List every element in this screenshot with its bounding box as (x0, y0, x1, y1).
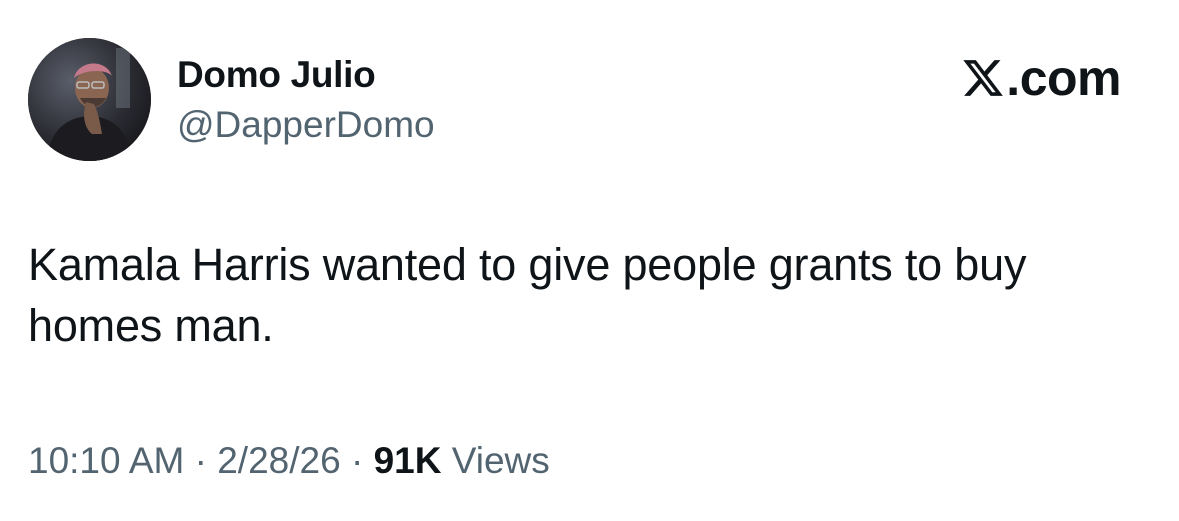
views-label: Views (441, 440, 550, 481)
author-display-name[interactable]: Domo Julio (177, 53, 376, 97)
avatar-photo-icon (28, 38, 151, 161)
tweet-card: Domo Julio @DapperDomo .com Kamala Harri… (0, 0, 1179, 521)
x-com-text: .com (1006, 50, 1121, 106)
author-handle[interactable]: @DapperDomo (177, 103, 435, 147)
meta-separator: · (184, 440, 218, 481)
x-logo-icon (963, 60, 1004, 96)
meta-separator: · (340, 440, 374, 481)
tweet-date[interactable]: 2/28/26 (217, 440, 340, 481)
tweet-time[interactable]: 10:10 AM (28, 440, 184, 481)
x-com-brand: .com (961, 50, 1121, 106)
tweet-text: Kamala Harris wanted to give people gran… (28, 239, 1027, 351)
views-count[interactable]: 91K (374, 440, 442, 481)
avatar[interactable] (28, 38, 151, 161)
tweet-meta: 10:10 AM · 2/28/26 · 91K Views (28, 438, 550, 484)
